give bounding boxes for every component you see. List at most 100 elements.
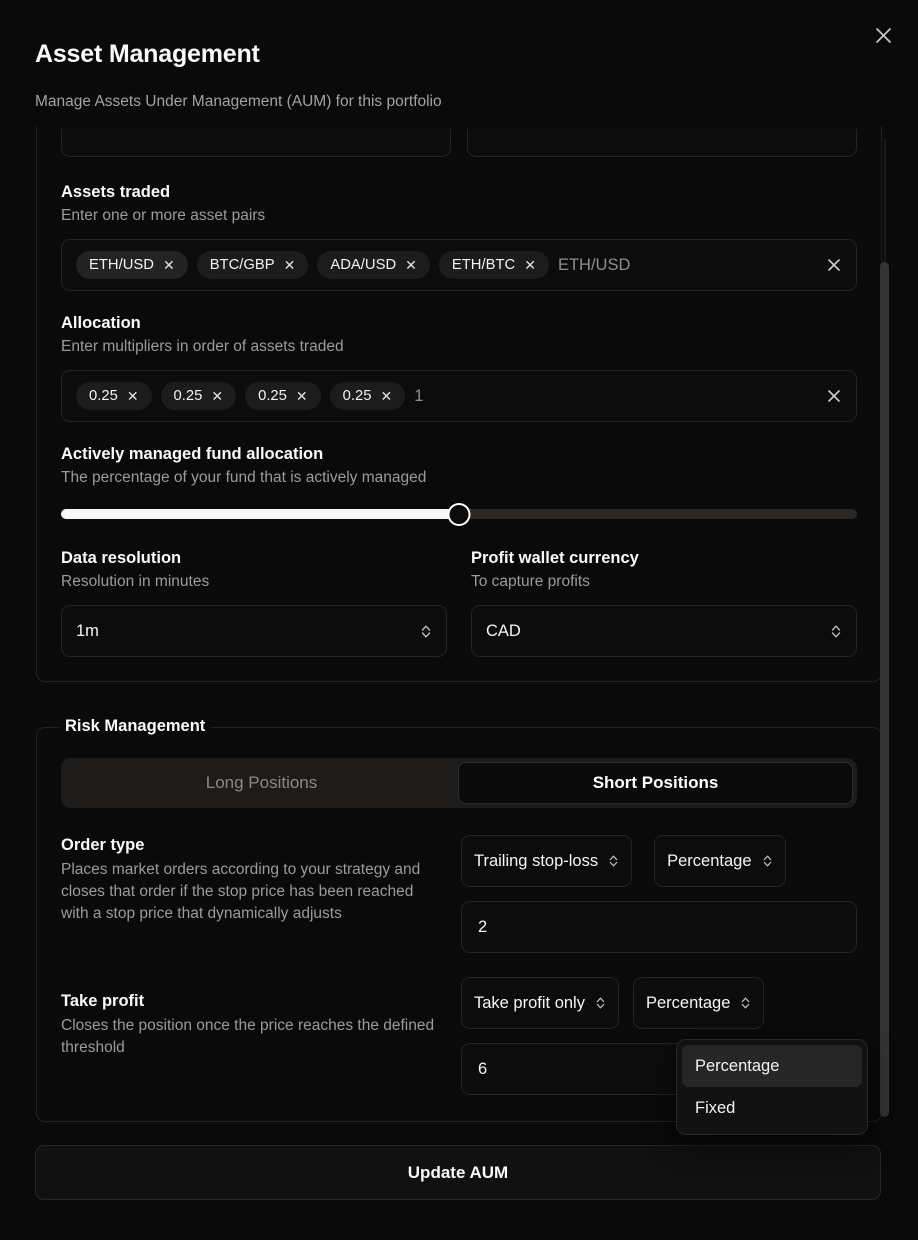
assets-traded-input[interactable]: ETH/USD ✕ BTC/GBP ✕ ADA/USD ✕ ETH/BTC ✕ …	[61, 239, 857, 292]
take-profit-unit-select[interactable]: Percentage	[632, 977, 765, 1030]
tab-short-positions[interactable]: Short Positions	[458, 762, 853, 805]
partial-input-right[interactable]	[467, 129, 857, 157]
take-profit-select[interactable]: Take profit only	[461, 977, 619, 1030]
chip-remove-icon[interactable]: ✕	[211, 389, 223, 403]
update-aum-button[interactable]: Update AUM	[35, 1145, 881, 1200]
order-type-select[interactable]: Trailing stop-loss	[461, 835, 633, 888]
data-resolution-description: Resolution in minutes	[61, 572, 210, 590]
chip-asset-0[interactable]: ETH/USD ✕	[76, 251, 188, 280]
chip-allocation-1[interactable]: 0.25 ✕	[160, 382, 237, 411]
allocation-field: Allocation Enter multipliers in order of…	[61, 313, 857, 423]
tab-label: Long Positions	[205, 773, 318, 793]
active-fund-field: Actively managed fund allocation The per…	[61, 444, 857, 526]
partial-input-left[interactable]	[61, 129, 451, 157]
assets-traded-clear-icon[interactable]	[816, 257, 842, 273]
order-type-unit-select[interactable]: Percentage	[654, 835, 786, 888]
allocation-placeholder[interactable]: 1	[414, 387, 423, 406]
active-fund-slider[interactable]	[61, 502, 857, 526]
top-partial-inputs-row	[61, 129, 857, 157]
chip-label: 0.25	[173, 388, 203, 405]
positions-tabs: Long Positions Short Positions	[61, 758, 857, 809]
order-type-row: Order type Places market orders accordin…	[61, 835, 857, 954]
data-resolution-select[interactable]: 1m	[61, 605, 447, 658]
dropdown-item-fixed[interactable]: Fixed	[682, 1087, 862, 1129]
chip-label: 0.25	[342, 388, 372, 405]
close-icon[interactable]	[868, 20, 898, 50]
order-type-description: Places market orders according to your s…	[61, 860, 421, 922]
assets-traded-description: Enter one or more asset pairs	[61, 206, 266, 224]
dropdown-item-label: Fixed	[695, 1098, 736, 1117]
chip-label: ETH/USD	[89, 257, 154, 274]
chip-remove-icon[interactable]: ✕	[524, 258, 536, 272]
order-type-selects: Trailing stop-loss Percentage	[461, 835, 857, 888]
order-type-amount-value: 2	[478, 917, 488, 936]
tab-long-positions[interactable]: Long Positions	[65, 762, 458, 804]
chip-remove-icon[interactable]: ✕	[163, 258, 175, 272]
dropdown-item-label: Percentage	[695, 1056, 780, 1075]
dropdown-item-percentage[interactable]: Percentage	[682, 1045, 862, 1087]
chevron-updown-icon	[740, 995, 751, 1011]
chip-label: ADA/USD	[330, 257, 397, 274]
profit-wallet-field: Profit wallet currency To capture profit…	[471, 548, 857, 658]
order-type-text: Order type Places market orders accordin…	[61, 835, 439, 953]
assets-traded-chip-list: ETH/USD ✕ BTC/GBP ✕ ADA/USD ✕ ETH/BTC ✕ …	[76, 251, 816, 280]
slider-fill	[61, 509, 459, 520]
take-profit-value: Take profit only	[474, 993, 585, 1012]
chevron-updown-icon	[420, 623, 432, 640]
assets-traded-placeholder[interactable]: ETH/USD	[558, 256, 630, 275]
take-profit-text: Take profit Closes the position once the…	[61, 977, 439, 1095]
chevron-updown-icon	[595, 995, 606, 1011]
profit-wallet-select[interactable]: CAD	[471, 605, 857, 658]
chip-asset-2[interactable]: ADA/USD ✕	[317, 251, 430, 280]
asset-management-modal: Asset Management Manage Assets Under Man…	[0, 0, 918, 1240]
take-profit-amount-value: 6	[478, 1059, 488, 1078]
chevron-updown-icon	[762, 853, 773, 869]
tab-label: Short Positions	[592, 773, 719, 793]
chip-label: BTC/GBP	[209, 257, 275, 274]
modal-scroll-body: Assets traded Enter one or more asset pa…	[0, 126, 918, 1122]
resolution-currency-row: Data resolution Resolution in minutes 1m	[61, 548, 857, 658]
active-fund-description: The percentage of your fund that is acti…	[61, 468, 427, 486]
chip-asset-3[interactable]: ETH/BTC ✕	[438, 251, 549, 280]
profit-wallet-value: CAD	[486, 621, 521, 640]
chip-remove-icon[interactable]: ✕	[405, 258, 417, 272]
take-profit-description: Closes the position once the price reach…	[61, 1016, 435, 1056]
chip-asset-1[interactable]: BTC/GBP ✕	[196, 251, 309, 280]
data-resolution-value: 1m	[76, 621, 99, 640]
chip-label: 0.25	[89, 388, 118, 405]
scrollbar-thumb[interactable]	[880, 262, 889, 1117]
data-resolution-label: Data resolution	[61, 549, 182, 568]
chevron-updown-icon	[608, 853, 619, 869]
order-type-amount-input[interactable]: 2	[461, 901, 857, 954]
chip-label: 0.25	[258, 388, 287, 405]
assets-traded-field: Assets traded Enter one or more asset pa…	[61, 182, 857, 292]
risk-management-legend: Risk Management	[59, 717, 212, 737]
chip-remove-icon[interactable]: ✕	[127, 389, 139, 403]
unit-dropdown-menu: Percentage Fixed	[676, 1039, 868, 1135]
order-type-controls: Trailing stop-loss Percentage 2	[461, 835, 857, 954]
chip-remove-icon[interactable]: ✕	[284, 258, 296, 272]
take-profit-label: Take profit	[61, 992, 145, 1011]
modal-header: Asset Management Manage Assets Under Man…	[0, 0, 918, 126]
allocation-input[interactable]: 0.25 ✕ 0.25 ✕ 0.25 ✕ 0.25 ✕ 1	[61, 370, 857, 423]
chip-label: ETH/BTC	[451, 257, 516, 274]
page-title: Asset Management	[35, 40, 260, 68]
chevron-updown-icon	[830, 623, 842, 640]
allocation-label: Allocation	[61, 314, 141, 333]
chip-allocation-0[interactable]: 0.25 ✕	[76, 382, 152, 411]
order-type-unit-value: Percentage	[667, 851, 752, 870]
page-subtitle: Manage Assets Under Management (AUM) for…	[35, 93, 442, 110]
take-profit-unit-value: Percentage	[645, 993, 731, 1012]
assets-traded-label: Assets traded	[61, 183, 171, 201]
allocation-clear-icon[interactable]	[816, 388, 842, 404]
take-profit-selects: Take profit only Percentage	[461, 977, 857, 1030]
allocation-chip-list: 0.25 ✕ 0.25 ✕ 0.25 ✕ 0.25 ✕ 1	[76, 382, 816, 411]
data-resolution-field: Data resolution Resolution in minutes 1m	[61, 548, 447, 658]
modal-footer: Update AUM	[0, 1122, 918, 1240]
chip-allocation-2[interactable]: 0.25 ✕	[245, 382, 321, 411]
slider-thumb[interactable]	[447, 502, 471, 526]
chip-allocation-3[interactable]: 0.25 ✕	[329, 382, 406, 411]
fund-settings-panel: Assets traded Enter one or more asset pa…	[36, 126, 882, 683]
chip-remove-icon[interactable]: ✕	[380, 389, 392, 403]
chip-remove-icon[interactable]: ✕	[296, 389, 308, 403]
